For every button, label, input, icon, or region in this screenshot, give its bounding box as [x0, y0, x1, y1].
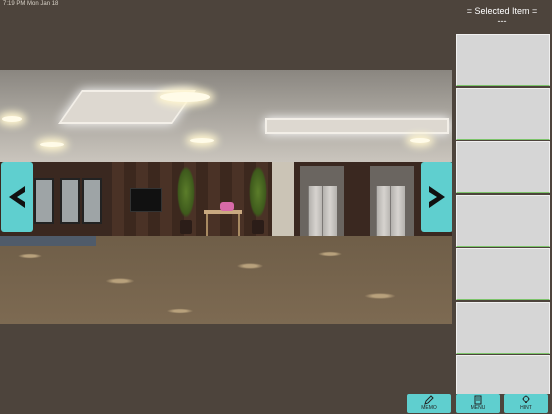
- selected-item-value: ---: [497, 16, 507, 26]
- potted-plant: [249, 166, 267, 218]
- side-table-legs: [206, 214, 240, 236]
- inventory-panel: = Selected Item = ---: [452, 0, 552, 414]
- arrow-left-icon: [9, 186, 25, 208]
- hint-button[interactable]: HINT: [504, 394, 548, 413]
- ceiling-light: [40, 142, 64, 147]
- floor-mat: [0, 236, 96, 246]
- status-time: 7:19 PM Mon Jan 18: [3, 1, 59, 7]
- carpet-floor[interactable]: [0, 236, 452, 324]
- glass-door[interactable]: [34, 178, 54, 224]
- inventory-slot[interactable]: [456, 194, 550, 247]
- nav-right-button[interactable]: [421, 162, 453, 232]
- elevator-door[interactable]: [376, 186, 391, 236]
- pencil-icon: [424, 395, 434, 405]
- flower-arrangement[interactable]: [220, 202, 234, 211]
- potted-plant: [177, 166, 195, 218]
- menu-icon: [474, 395, 482, 405]
- inventory-slot[interactable]: [456, 248, 550, 300]
- memo-label: MEMO: [421, 405, 437, 411]
- ceiling-light: [160, 92, 210, 102]
- ceiling-light: [190, 138, 214, 143]
- inventory-slot[interactable]: [456, 34, 550, 86]
- elevator-door[interactable]: [390, 186, 405, 236]
- elevator-door[interactable]: [308, 186, 323, 236]
- inventory-slot[interactable]: [456, 87, 550, 140]
- stone-column: [272, 162, 294, 236]
- lightbulb-icon: [522, 395, 530, 403]
- wall-tv[interactable]: [130, 188, 162, 212]
- inventory-slot[interactable]: [456, 301, 550, 354]
- ceiling-light: [2, 116, 22, 122]
- plant-pot: [180, 220, 192, 234]
- hint-label: HINT: [520, 405, 532, 411]
- menu-button[interactable]: MENU: [456, 394, 500, 413]
- arrow-right-icon: [429, 186, 445, 208]
- game-scene-hallway[interactable]: [0, 70, 452, 324]
- elevator-door[interactable]: [322, 186, 337, 236]
- plant-pot: [252, 220, 264, 234]
- inventory-slots: [456, 34, 550, 409]
- inventory-slot[interactable]: [456, 141, 550, 193]
- glass-door[interactable]: [82, 178, 102, 224]
- nav-left-button[interactable]: [1, 162, 33, 232]
- ceiling-light: [410, 138, 430, 143]
- selected-item-title: = Selected Item =: [466, 6, 538, 16]
- ceiling-panel: [265, 118, 449, 134]
- menu-label: MENU: [470, 405, 486, 411]
- memo-button[interactable]: MEMO: [407, 394, 451, 413]
- glass-door[interactable]: [60, 178, 80, 224]
